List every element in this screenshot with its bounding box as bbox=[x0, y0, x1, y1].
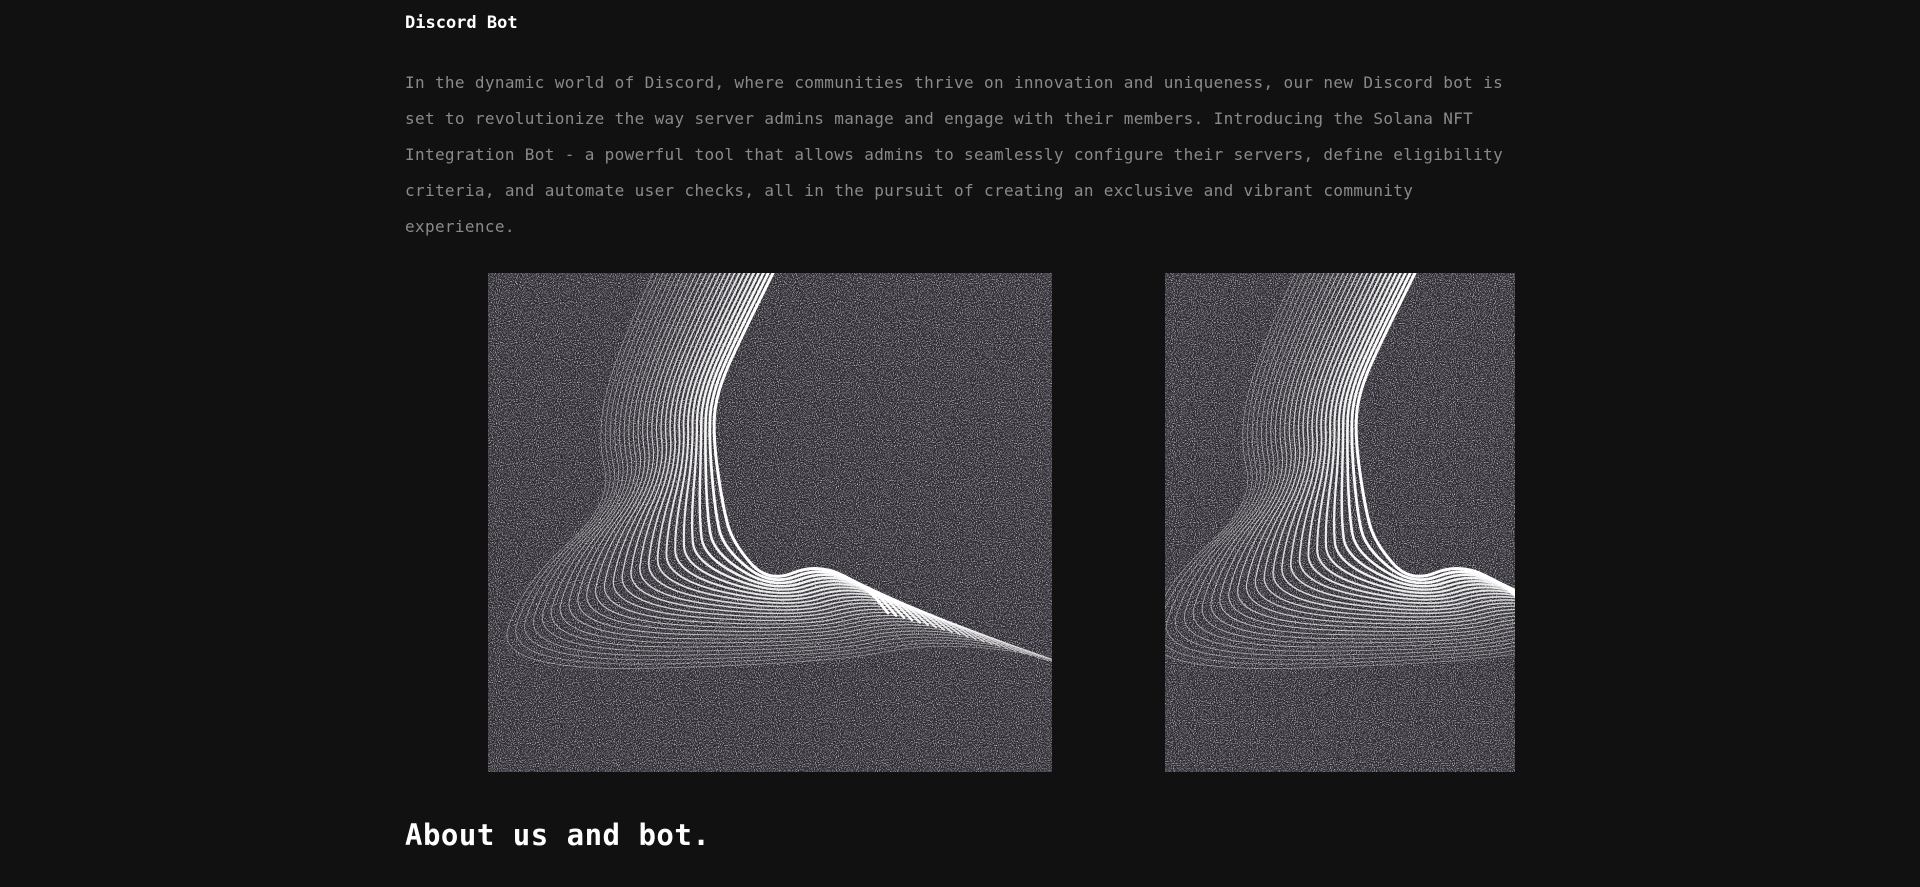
wave-line-art-right bbox=[1165, 273, 1515, 772]
section-title: Discord Bot bbox=[405, 13, 518, 33]
intro-paragraph: In the dynamic world of Discord, where c… bbox=[405, 73, 1504, 236]
wave-line-art-left bbox=[488, 273, 1052, 772]
about-heading: About us and bot. bbox=[405, 818, 711, 852]
